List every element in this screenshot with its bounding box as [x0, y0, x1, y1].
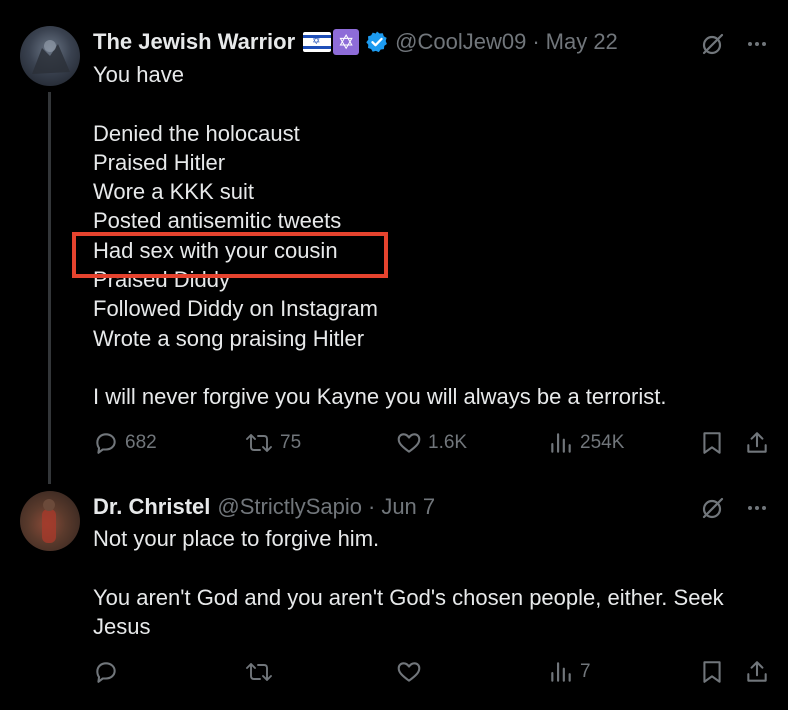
share-button[interactable] — [744, 656, 770, 688]
author-name[interactable]: Dr. Christel — [93, 494, 210, 520]
more-icon[interactable] — [746, 497, 768, 519]
repost-count: 75 — [280, 432, 302, 453]
thread-line — [48, 92, 51, 484]
tweet-header: The Jewish Warrior ✡ ✡ @CoolJew09 · May … — [93, 27, 618, 57]
repost-icon — [246, 434, 272, 452]
star-of-david-icon: ✡ — [333, 29, 360, 55]
bookmark-icon — [703, 432, 721, 454]
share-icon — [747, 661, 767, 682]
author-avatar[interactable] — [20, 491, 80, 551]
views-icon — [551, 433, 571, 453]
like-icon — [397, 662, 421, 682]
tweet-header: Dr. Christel @StrictlySapio · Jun 7 — [93, 492, 435, 522]
author-handle[interactable]: @CoolJew09 — [395, 29, 526, 55]
views-count: 7 — [580, 661, 591, 682]
tweet-actions: 7 — [93, 656, 773, 688]
tweet-top-icons — [700, 31, 768, 57]
reply-icon — [96, 662, 116, 683]
text-line: You have — [93, 62, 184, 87]
text-line: Wore a KKK suit — [93, 179, 254, 205]
text-line — [93, 353, 666, 382]
text-line — [93, 553, 724, 582]
repost-button[interactable] — [244, 656, 280, 688]
avatar-image — [32, 40, 70, 74]
text-line: Not your place to forgive him. — [93, 526, 380, 551]
bookmark-button[interactable] — [699, 656, 725, 688]
share-button[interactable] — [744, 427, 770, 459]
repost-icon — [246, 663, 272, 681]
verified-badge-icon[interactable] — [365, 30, 389, 54]
tweet-date[interactable]: Jun 7 — [381, 494, 435, 520]
views-count: 254K — [580, 432, 625, 453]
like-count: 1.6K — [428, 432, 468, 453]
text-line: Jesus — [93, 613, 151, 639]
tweet-actions: 682 75 1.6K 254K — [93, 427, 773, 459]
header-separator: · — [367, 494, 376, 519]
text-line: Wrote a song praising Hitler — [93, 325, 365, 351]
like-button[interactable] — [396, 656, 428, 688]
avatar-image — [42, 499, 56, 543]
reply-button[interactable] — [93, 656, 125, 688]
share-icon — [747, 432, 767, 453]
tweet-text: Not your place to forgive him. You aren'… — [93, 524, 724, 641]
bookmark-icon — [703, 661, 721, 683]
author-handle[interactable]: @StrictlySapio — [217, 494, 362, 520]
grok-icon[interactable] — [700, 31, 726, 57]
views-icon — [551, 662, 571, 682]
grok-icon[interactable] — [700, 495, 726, 521]
reply-icon — [96, 433, 116, 454]
repost-button[interactable]: 75 — [244, 427, 301, 459]
views-button[interactable]: 7 — [548, 656, 591, 688]
tweet-date[interactable]: May 22 — [546, 29, 618, 55]
text-line: Followed Diddy on Instagram — [93, 296, 378, 322]
text-line: Praised Hitler — [93, 149, 226, 175]
reply-count: 682 — [125, 432, 157, 453]
text-line: You aren't God and you aren't God's chos… — [93, 584, 724, 610]
text-line — [93, 89, 666, 118]
highlight-annotation-box — [72, 232, 388, 278]
views-button[interactable]: 254K — [548, 427, 624, 459]
more-icon[interactable] — [746, 33, 768, 55]
reply-button[interactable]: 682 — [93, 427, 157, 459]
like-icon — [397, 433, 421, 453]
text-line: Denied the holocaust — [93, 120, 300, 146]
israel-flag-icon: ✡ — [303, 32, 332, 52]
bookmark-button[interactable] — [699, 427, 725, 459]
tweet-top-icons — [700, 495, 768, 521]
header-separator: · — [532, 29, 540, 54]
text-line: I will never forgive you Kayne you will … — [93, 384, 667, 410]
author-avatar[interactable] — [20, 26, 80, 86]
like-button[interactable]: 1.6K — [396, 427, 467, 459]
author-name[interactable]: The Jewish Warrior — [93, 29, 295, 55]
